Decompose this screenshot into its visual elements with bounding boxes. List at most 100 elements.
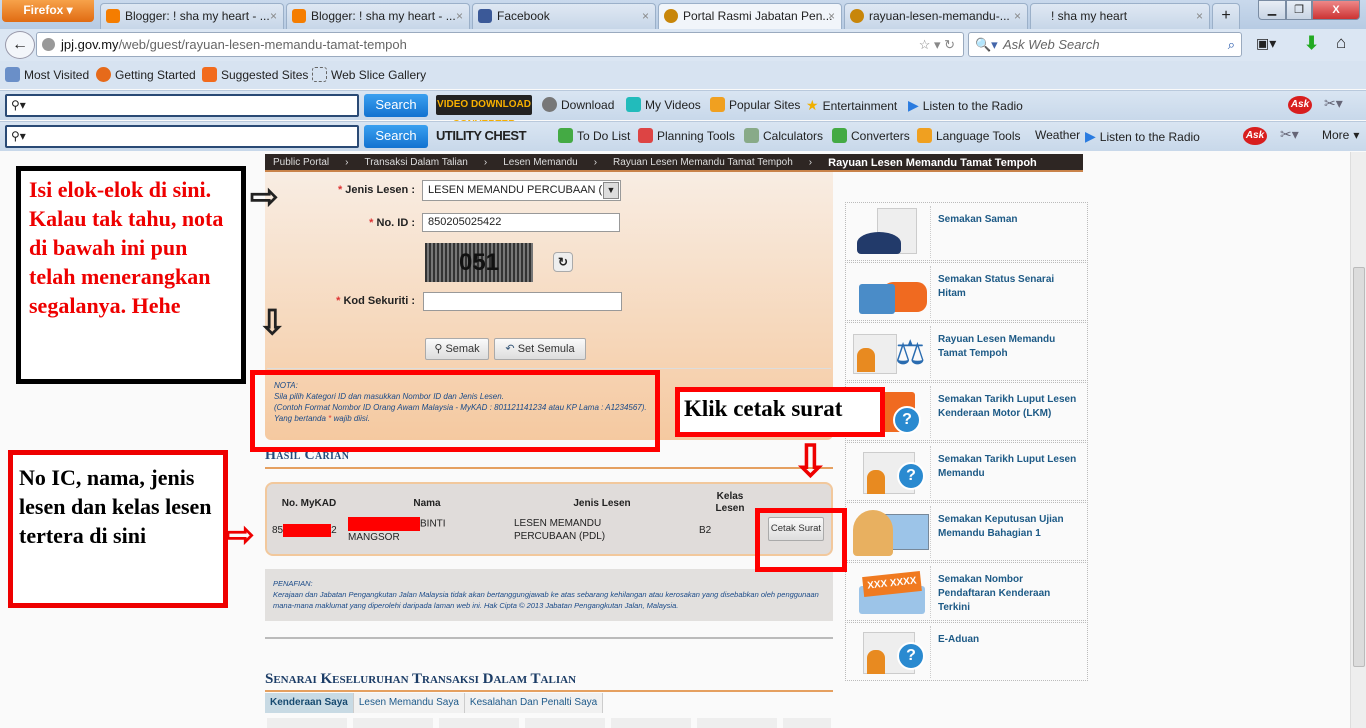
search-icon[interactable]: ⌕: [1228, 33, 1235, 56]
sidebar-item-rayuan-lesen[interactable]: ⚖ Rayuan Lesen Memandu Tamat Tempoh: [845, 322, 1088, 381]
firefox-menu-button[interactable]: Firefox ▾: [2, 0, 94, 22]
blogger-icon: [106, 9, 120, 23]
firefox-icon: [96, 67, 111, 82]
ask-logo[interactable]: Ask: [1288, 96, 1312, 114]
tools-icon[interactable]: ✂▾: [1280, 126, 1299, 143]
sidebar-item-tarikh-luput-lesen[interactable]: ? Semakan Tarikh Luput Lesen Memandu: [845, 442, 1088, 501]
calendar-icon: [638, 128, 653, 143]
toolbar-planning[interactable]: Planning Tools: [638, 128, 735, 143]
tab-lesen-memandu-saya[interactable]: Lesen Memandu Saya: [353, 693, 465, 713]
facebook-icon: [478, 9, 492, 23]
kod-sekuriti-input[interactable]: [423, 292, 622, 311]
toolbar-my-videos[interactable]: My Videos: [626, 97, 701, 112]
download-icon: [542, 97, 557, 112]
tab[interactable]: Facebook ×: [472, 3, 656, 29]
jenis-lesen-select[interactable]: LESEN MEMANDU PERCUBAAN (PDL)▼: [422, 180, 621, 201]
ask-logo[interactable]: Ask: [1243, 127, 1267, 145]
tab[interactable]: rayuan-lesen-memandu-... ×: [844, 3, 1028, 29]
nama-cell: BINTI MANGSOR: [348, 517, 446, 543]
maximize-button[interactable]: ❐: [1286, 0, 1312, 20]
chevron-down-icon[interactable]: ▼: [603, 182, 619, 199]
arrow-down-icon: ⇩: [792, 437, 829, 486]
police-cap-document-icon: [849, 206, 931, 258]
toolbar-more[interactable]: More ▾: [1322, 128, 1359, 142]
breadcrumb-item[interactable]: Lesen Memandu: [495, 154, 586, 170]
close-tab-icon[interactable]: ×: [1196, 4, 1203, 28]
back-button[interactable]: ←: [5, 31, 35, 59]
toolbar-language[interactable]: Language Tools: [917, 128, 1021, 143]
sidebar-item-e-aduan[interactable]: ? E-Aduan: [845, 622, 1088, 681]
tab-active[interactable]: Portal Rasmi Jabatan Pen... ×: [658, 3, 842, 29]
breadcrumb-item[interactable]: Transaksi Dalam Talian: [356, 154, 475, 170]
sidebar-item-senarai-hitam[interactable]: Semakan Status Senarai Hitam: [845, 262, 1088, 321]
id-card-question-icon: ?: [849, 626, 931, 678]
breadcrumb: Public Portal › Transaksi Dalam Talian › L…: [265, 154, 1083, 172]
toolbar-entertainment[interactable]: ★ Entertainment: [806, 97, 897, 114]
close-window-button[interactable]: X: [1312, 0, 1360, 20]
minimize-button[interactable]: ▁: [1258, 0, 1286, 20]
no-id-input[interactable]: 850205025422: [422, 213, 620, 232]
toolbar-search-input[interactable]: ⚲▾: [5, 125, 359, 148]
toolbar-popular-sites[interactable]: Popular Sites: [710, 97, 800, 112]
toolbar-calculators[interactable]: Calculators: [744, 128, 823, 143]
close-tab-icon[interactable]: ×: [270, 4, 277, 28]
bookmark-most-visited[interactable]: Most Visited: [5, 67, 89, 82]
divider: [265, 637, 833, 639]
search-engine-icon[interactable]: 🔍▾: [975, 33, 998, 56]
bookmark-web-slice-gallery[interactable]: Web Slice Gallery: [312, 67, 426, 82]
close-tab-icon[interactable]: ×: [1014, 4, 1021, 28]
web-search-input[interactable]: 🔍▾ Ask Web Search ⌕: [968, 32, 1242, 57]
tab[interactable]: Blogger: ! sha my heart - ... ×: [100, 3, 284, 29]
bookmarks-icon[interactable]: ▣▾: [1256, 35, 1276, 52]
semak-button[interactable]: ⚲ Semak: [425, 338, 489, 360]
column-header: Kelas Lesen: [715, 491, 745, 514]
close-tab-icon[interactable]: ×: [642, 4, 649, 28]
sidebar-item-semakan-saman[interactable]: Semakan Saman: [845, 202, 1088, 261]
bookmark-suggested-sites[interactable]: Suggested Sites: [202, 67, 308, 82]
star-icon: ★: [806, 97, 819, 113]
blogger-icon: [292, 9, 306, 23]
play-icon: [626, 97, 641, 112]
tab[interactable]: Blogger: ! sha my heart - ... ×: [286, 3, 470, 29]
transaction-icons-row: [267, 718, 831, 728]
close-tab-icon[interactable]: ×: [456, 4, 463, 28]
tab-kenderaan-saya[interactable]: Kenderaan Saya: [265, 693, 354, 713]
toolbar-radio[interactable]: ▶ Listen to the Radio: [908, 97, 1023, 114]
toolbar-download[interactable]: Download: [542, 97, 614, 112]
set-semula-button[interactable]: ↶ Set Semula: [494, 338, 586, 360]
toolbar-search-button[interactable]: Search: [364, 125, 428, 148]
video-download-converter-logo[interactable]: VIDEO DOWNLOAD CONVERTER: [436, 95, 532, 130]
sidebar-item-nombor-pendaftaran[interactable]: XXX XXXX Semakan Nombor Pendaftaran Kende…: [845, 562, 1088, 621]
url-bar[interactable]: jpj.gov.my/web/guest/rayuan-lesen-memand…: [36, 32, 964, 57]
toolbar-search-button[interactable]: Search: [364, 94, 428, 117]
close-tab-icon[interactable]: ×: [828, 4, 835, 28]
person-certificate-icon: [849, 506, 931, 558]
most-visited-icon: [5, 67, 20, 82]
utility-chest-logo[interactable]: UTILITY CHEST: [436, 126, 542, 146]
toolbar-search-input[interactable]: ⚲▾: [5, 94, 359, 117]
annotation-result-note: No IC, nama, jenis lesen dan kelas lesen…: [8, 450, 228, 608]
bookmarks-toolbar: Most Visited Getting Started Suggested S…: [0, 61, 1366, 89]
tab[interactable]: ! sha my heart ×: [1030, 3, 1210, 29]
download-arrow-icon[interactable]: ⬇: [1304, 33, 1319, 54]
calculator-icon: [744, 128, 759, 143]
home-icon[interactable]: ⌂: [1336, 33, 1346, 53]
breadcrumb-item[interactable]: Public Portal: [265, 154, 337, 170]
toolbar-weather[interactable]: Weather: [1035, 128, 1080, 142]
senarai-heading: Senarai Keseluruhan Transaksi Dalam Tali…: [265, 671, 577, 687]
breadcrumb-item[interactable]: Rayuan Lesen Memandu Tamat Tempoh: [605, 154, 801, 170]
sidebar-item-ujian-memandu[interactable]: Semakan Keputusan Ujian Memandu Bahagian…: [845, 502, 1088, 561]
toolbar-radio[interactable]: ▶ Listen to the Radio: [1085, 128, 1200, 145]
reload-icon[interactable]: ☆ ▾ ↻: [919, 33, 955, 56]
bookmark-getting-started[interactable]: Getting Started: [96, 67, 196, 82]
breadcrumb-current: Rayuan Lesen Memandu Tamat Tempoh: [828, 157, 1037, 169]
page-scrollbar[interactable]: [1350, 152, 1366, 728]
tools-icon[interactable]: ✂▾: [1324, 95, 1343, 112]
toolbar-converters[interactable]: Converters: [832, 128, 910, 143]
toolbar-todo[interactable]: To Do List: [558, 128, 630, 143]
annotation-cetak-highlight: [755, 508, 847, 572]
tab-kesalahan-penalti[interactable]: Kesalahan Dan Penalti Saya: [464, 693, 604, 713]
refresh-captcha-icon[interactable]: ↻: [553, 252, 573, 272]
new-tab-button[interactable]: +: [1212, 3, 1240, 29]
scrollbar-thumb[interactable]: [1353, 267, 1365, 667]
